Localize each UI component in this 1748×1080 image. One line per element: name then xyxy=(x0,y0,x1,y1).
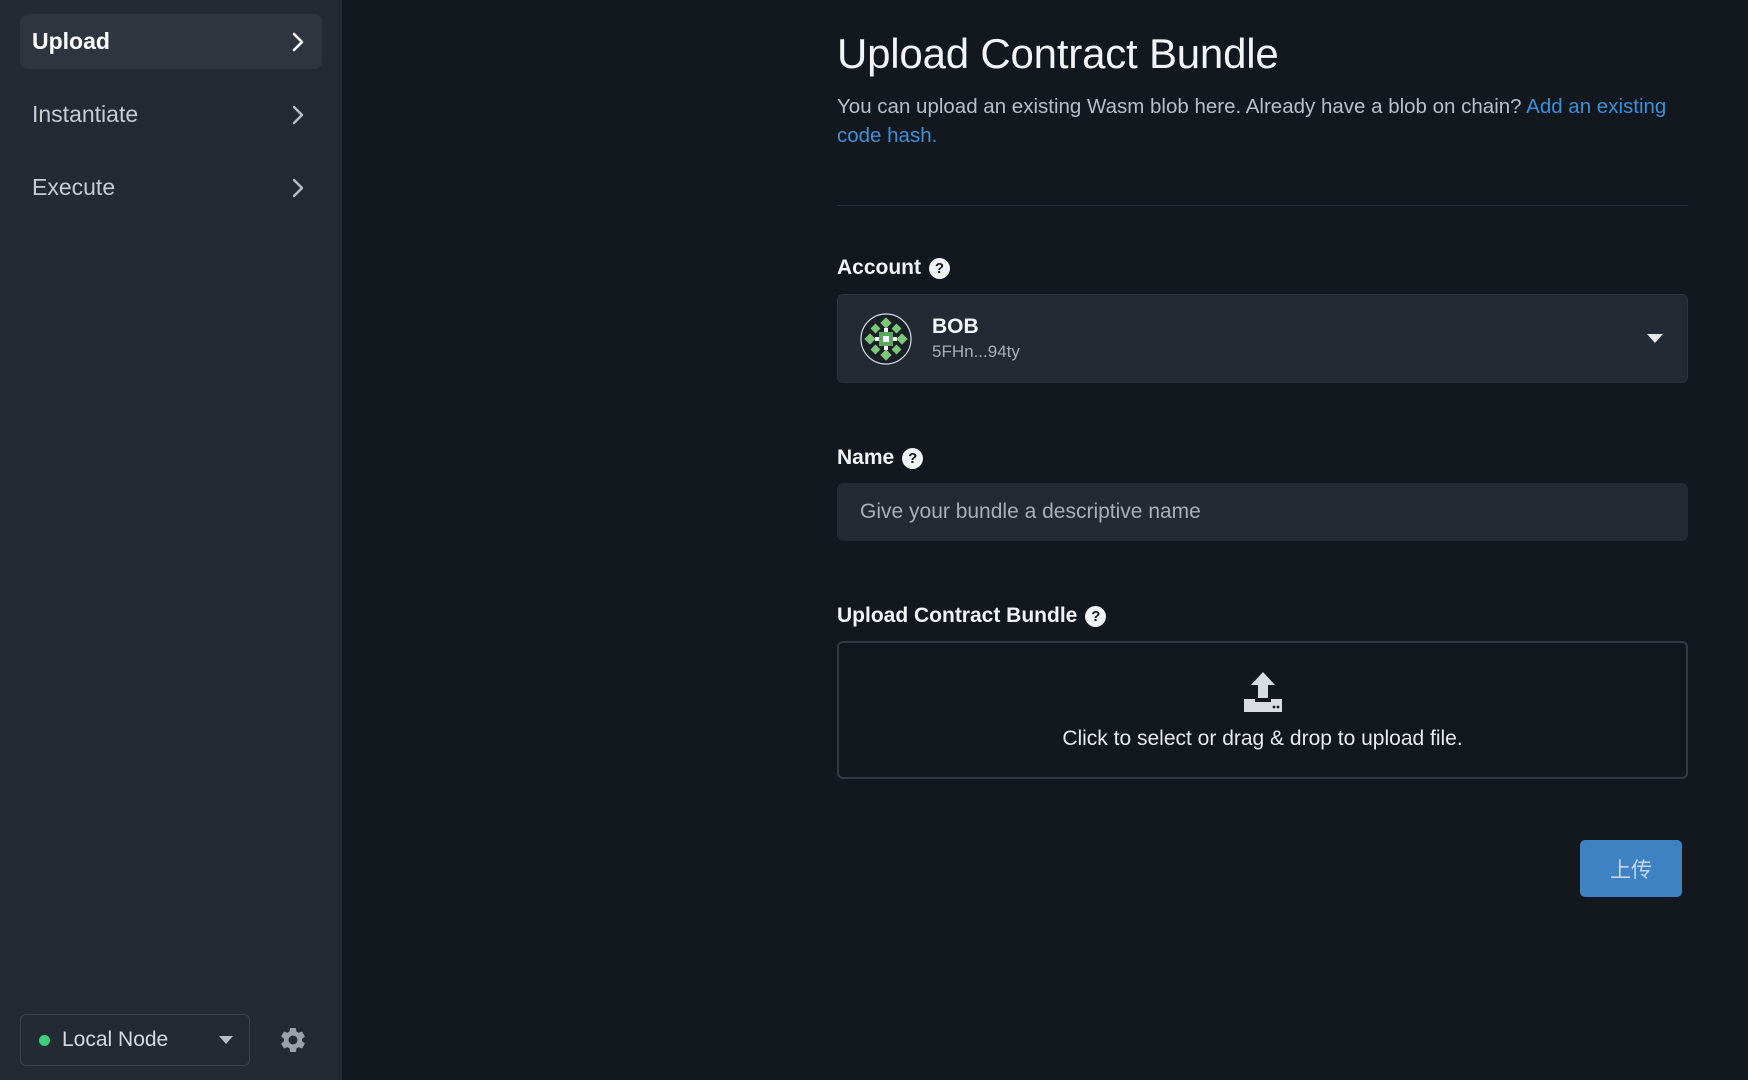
dropzone-text: Click to select or drag & drop to upload… xyxy=(1062,727,1463,750)
account-label: Account ? xyxy=(837,256,1688,280)
name-label-text: Name xyxy=(837,446,895,469)
bundle-label: Upload Contract Bundle ? xyxy=(837,604,1688,628)
gear-icon[interactable] xyxy=(278,1025,308,1055)
connection-status-dot xyxy=(39,1034,50,1046)
sidebar-item-label: Upload xyxy=(32,28,110,54)
page-description: You can upload an existing Wasm blob her… xyxy=(837,92,1688,150)
sidebar-footer: Local Node xyxy=(20,1014,322,1066)
main-panel: Upload Contract Bundle You can upload an… xyxy=(342,0,1748,1080)
sidebar: Upload Instantiate Execute Local Node xyxy=(0,0,342,1080)
sidebar-item-label: Execute xyxy=(32,174,116,200)
node-select[interactable]: Local Node xyxy=(20,1014,250,1066)
account-info: BOB 5FHn...94ty xyxy=(932,315,1647,362)
help-icon[interactable]: ? xyxy=(902,447,924,469)
app-root: Upload Instantiate Execute Local Node Up… xyxy=(0,0,1748,1080)
sidebar-item-label: Instantiate xyxy=(32,101,139,127)
upload-submit-button[interactable]: 上传 xyxy=(1580,840,1682,897)
help-icon[interactable]: ? xyxy=(1085,605,1107,627)
sidebar-item-execute[interactable]: Execute xyxy=(20,160,322,215)
page-title: Upload Contract Bundle xyxy=(837,30,1279,77)
account-address: 5FHn...94ty xyxy=(932,342,1020,361)
upload-icon xyxy=(1243,672,1282,712)
form-actions: 上传 xyxy=(837,840,1688,897)
chevron-right-icon xyxy=(286,176,310,200)
page-description-text: You can upload an existing Wasm blob her… xyxy=(837,95,1522,118)
caret-down-icon xyxy=(219,1036,233,1044)
chevron-right-icon xyxy=(286,30,310,54)
divider xyxy=(837,205,1688,206)
account-label-text: Account xyxy=(837,256,921,279)
node-select-label: Local Node xyxy=(62,1028,169,1051)
help-icon[interactable]: ? xyxy=(929,257,950,279)
bundle-label-text: Upload Contract Bundle xyxy=(837,604,1078,627)
account-name: BOB xyxy=(932,315,979,338)
sidebar-item-upload[interactable]: Upload xyxy=(20,14,322,69)
caret-down-icon xyxy=(1647,334,1663,343)
identicon-avatar xyxy=(860,312,912,365)
name-label: Name ? xyxy=(837,446,1688,470)
bundle-name-input[interactable] xyxy=(837,483,1688,541)
account-select[interactable]: BOB 5FHn...94ty xyxy=(837,294,1688,383)
chevron-right-icon xyxy=(286,103,310,127)
file-dropzone[interactable]: Click to select or drag & drop to upload… xyxy=(837,641,1688,779)
upload-form: Upload Contract Bundle You can upload an… xyxy=(837,30,1688,897)
sidebar-item-instantiate[interactable]: Instantiate xyxy=(20,87,322,142)
